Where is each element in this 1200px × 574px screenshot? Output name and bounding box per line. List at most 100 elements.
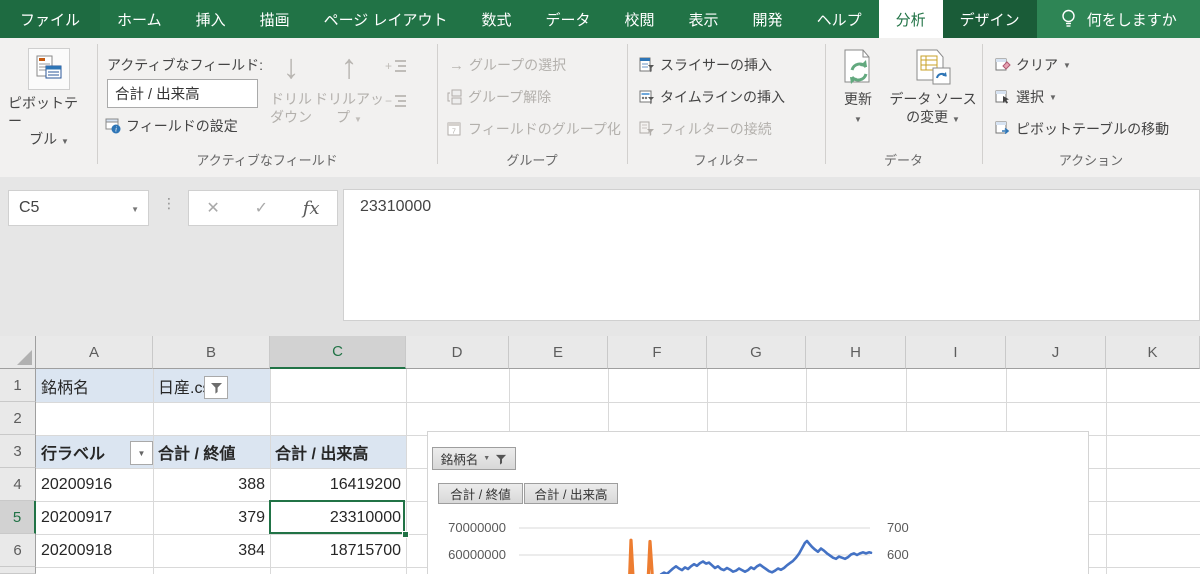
filter-connections-button: フィルターの接続 bbox=[639, 119, 772, 139]
filter-group-label: フィルター bbox=[693, 153, 759, 168]
formula-bar: C5 ▼ ⋮ ✕ ✓ fx 23310000 bbox=[0, 177, 1200, 336]
dropdown-arrow-icon: ▼ bbox=[353, 115, 362, 124]
tell-me-label: 何をしますか bbox=[1086, 11, 1177, 29]
field-settings-label: フィールドの設定 bbox=[126, 118, 238, 134]
tab-分析[interactable]: 分析 bbox=[878, 0, 943, 38]
cell-C3[interactable]: 合計 / 出来高 bbox=[270, 435, 406, 468]
cell-C6[interactable]: 18715700 bbox=[270, 534, 406, 567]
pivottable-icon bbox=[28, 48, 70, 90]
change-data-source-label-line1: データ ソース bbox=[889, 91, 977, 107]
refresh-button[interactable]: 更新 ▼ bbox=[832, 48, 884, 129]
actions-group-label: アクション bbox=[1058, 153, 1124, 168]
group-separator bbox=[97, 44, 98, 164]
column-header-I[interactable]: I bbox=[906, 336, 1006, 369]
group-field-button: 7 フィールドのグループ化 bbox=[447, 119, 621, 139]
excel-window: ファイル ホーム 挿入 描画 ページ レイアウト 数式 データ 校閲 表示 開発 ヘルプ 分析 デザイン… bbox=[0, 0, 1200, 574]
row-header-7[interactable] bbox=[0, 567, 36, 574]
drill-down-label-line1: ドリル bbox=[270, 91, 312, 107]
selection-fill-handle[interactable] bbox=[402, 531, 409, 538]
pivottable-button[interactable]: ピボットテー ブル ▼ bbox=[8, 48, 90, 151]
row-header-1[interactable]: 1 bbox=[0, 369, 36, 402]
group-separator bbox=[627, 44, 628, 164]
change-data-source-button[interactable]: データ ソース の変更 ▼ bbox=[888, 48, 978, 129]
svg-text:i: i bbox=[115, 125, 117, 134]
drill-up-label-line1: ドリルアッ bbox=[314, 91, 384, 107]
expand-field-button: + bbox=[385, 58, 407, 79]
tab-file[interactable]: ファイル bbox=[0, 0, 101, 38]
insert-timeline-label: タイムラインの挿入 bbox=[660, 89, 786, 105]
insert-function-icon[interactable]: fx bbox=[303, 198, 320, 219]
row-header-4[interactable]: 4 bbox=[0, 468, 36, 501]
volume-series-line bbox=[628, 538, 654, 574]
name-box[interactable]: C5 ▼ bbox=[8, 190, 149, 226]
tab-ヘルプ[interactable]: ヘルプ bbox=[800, 0, 879, 38]
group-group-label: グループ bbox=[506, 153, 558, 168]
pivottable-button-label-line2: ブル bbox=[29, 131, 58, 147]
column-header-A[interactable]: A bbox=[36, 336, 153, 369]
insert-slicer-button[interactable]: スライサーの挿入 bbox=[639, 55, 772, 75]
tab-数式[interactable]: 数式 bbox=[464, 0, 528, 38]
dropdown-arrow-icon: ▼ bbox=[951, 115, 960, 124]
row-header-5[interactable]: 5 bbox=[0, 501, 36, 534]
row-header-2[interactable]: 2 bbox=[0, 402, 36, 435]
cell-A1[interactable]: 銘柄名 bbox=[36, 369, 153, 402]
active-field-caption: アクティブなフィールド: bbox=[107, 57, 264, 73]
chart-plot-area bbox=[519, 527, 873, 574]
column-header-D[interactable]: D bbox=[406, 336, 509, 369]
column-header-F[interactable]: F bbox=[608, 336, 707, 369]
active-field-input[interactable]: 合計 / 出来高 bbox=[107, 79, 258, 108]
tab-挿入[interactable]: 挿入 bbox=[179, 0, 243, 38]
enter-icon: ✓ bbox=[254, 200, 268, 217]
cell-A6[interactable]: 20200918 bbox=[36, 534, 153, 567]
column-header-K[interactable]: K bbox=[1106, 336, 1200, 369]
row-header-6[interactable]: 6 bbox=[0, 534, 36, 567]
timeline-icon bbox=[639, 90, 654, 105]
cell-B6[interactable]: 384 bbox=[153, 534, 270, 567]
funnel-filter-icon bbox=[210, 383, 222, 394]
tell-me-box[interactable]: 何をしますか bbox=[1036, 0, 1200, 38]
column-header-C[interactable]: C bbox=[270, 336, 406, 369]
clear-icon bbox=[995, 58, 1011, 71]
tab-データ[interactable]: データ bbox=[529, 0, 608, 38]
column-header-H[interactable]: H bbox=[806, 336, 906, 369]
formula-bar-divider-dots-icon: ⋮ bbox=[162, 195, 176, 211]
column-header-J[interactable]: J bbox=[1006, 336, 1106, 369]
cell-A4[interactable]: 20200916 bbox=[36, 468, 153, 501]
tab-校閲[interactable]: 校閲 bbox=[608, 0, 672, 38]
column-header-E[interactable]: E bbox=[509, 336, 608, 369]
formula-value: 23310000 bbox=[360, 198, 432, 215]
tab-デザイン[interactable]: デザイン bbox=[942, 0, 1037, 38]
cell-B4[interactable]: 388 bbox=[153, 468, 270, 501]
change-data-source-icon bbox=[916, 49, 951, 85]
name-box-dropdown-icon[interactable]: ▼ bbox=[131, 205, 139, 214]
column-header-G[interactable]: G bbox=[707, 336, 806, 369]
report-filter-button[interactable] bbox=[204, 376, 228, 399]
tab-開発[interactable]: 開発 bbox=[736, 0, 800, 38]
select-all-corner[interactable] bbox=[0, 336, 36, 369]
pivot-chart[interactable]: 銘柄名▼合計 / 終値合計 / 出来高700000006000000050000… bbox=[427, 431, 1089, 574]
row-label-dropdown-button[interactable]: ▼ bbox=[130, 441, 153, 465]
insert-timeline-button[interactable]: タイムラインの挿入 bbox=[639, 87, 785, 107]
row-header-3[interactable]: 3 bbox=[0, 435, 36, 468]
clear-button[interactable]: クリア ▼ bbox=[995, 55, 1071, 75]
tab-描画[interactable]: 描画 bbox=[243, 0, 307, 38]
tab-ホーム[interactable]: ホーム bbox=[100, 0, 179, 38]
formula-input[interactable]: 23310000 bbox=[343, 189, 1200, 321]
cell-A5[interactable]: 20200917 bbox=[36, 501, 153, 534]
ungroup-icon bbox=[447, 89, 462, 105]
dropdown-arrow-icon: ▼ bbox=[60, 137, 69, 146]
tab-表示[interactable]: 表示 bbox=[672, 0, 736, 38]
cell-B3[interactable]: 合計 / 終値 bbox=[153, 435, 270, 468]
group-separator bbox=[825, 44, 826, 164]
move-pivottable-label: ピボットテーブルの移動 bbox=[1016, 121, 1170, 137]
select-button[interactable]: 選択 ▼ bbox=[995, 87, 1057, 107]
cell-C4[interactable]: 16419200 bbox=[270, 468, 406, 501]
field-settings-button[interactable]: i フィールドの設定 bbox=[105, 116, 238, 136]
column-header-B[interactable]: B bbox=[153, 336, 270, 369]
tab-ページ レイアウト[interactable]: ページ レイアウト bbox=[307, 0, 465, 38]
insert-slicer-label: スライサーの挿入 bbox=[660, 57, 772, 73]
cell-B5[interactable]: 379 bbox=[153, 501, 270, 534]
active-field-value: 合計 / 出来高 bbox=[115, 87, 200, 103]
move-pivottable-button[interactable]: ピボットテーブルの移動 bbox=[995, 119, 1169, 139]
filter-connections-icon bbox=[639, 121, 654, 136]
